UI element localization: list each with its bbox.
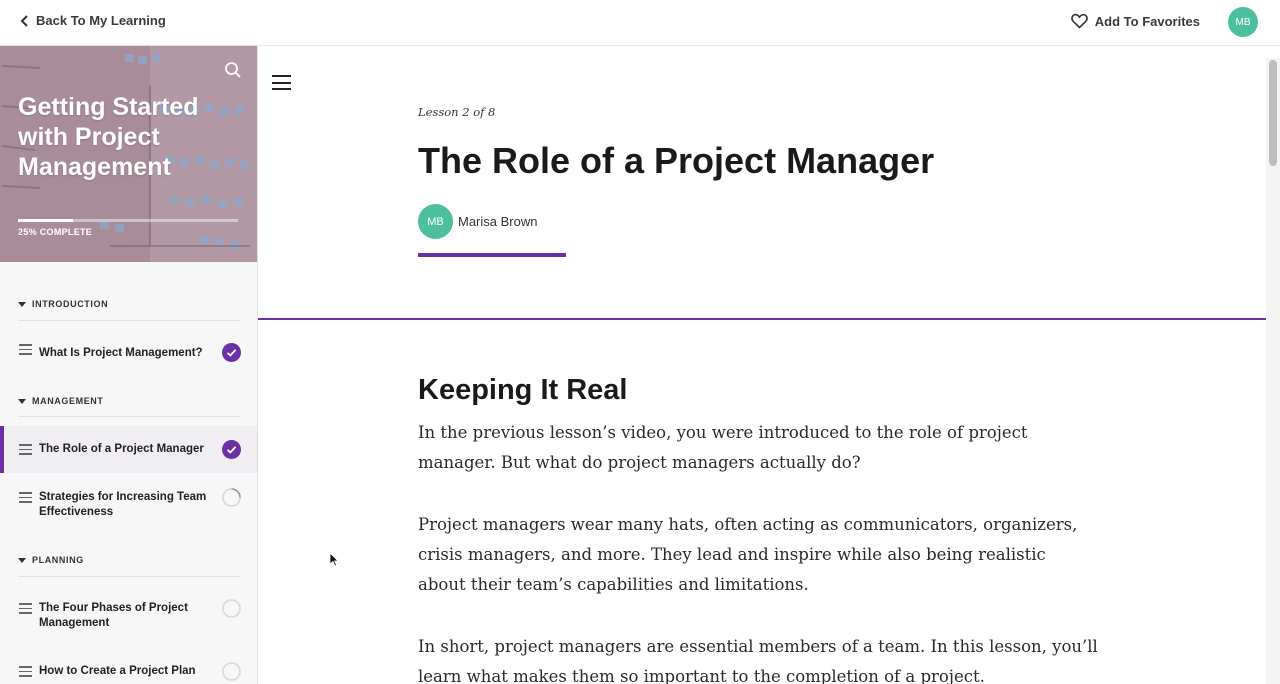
not-started-icon — [222, 662, 241, 681]
content-heading: Keeping It Real — [418, 374, 628, 406]
mouse-cursor-icon — [329, 552, 339, 567]
paragraph: Project managers wear many hats, often a… — [418, 515, 1078, 594]
content-scrollbar[interactable] — [1266, 58, 1280, 684]
course-progress-bar — [18, 219, 238, 222]
lesson-count: Lesson 2 of 8 — [418, 105, 496, 119]
section-title: MANAGEMENT — [32, 396, 104, 406]
lesson-label: The Four Phases of Project Management — [39, 602, 188, 629]
lesson-label: What Is Project Management? — [39, 347, 203, 359]
lesson-label: Strategies for Increasing Team Effective… — [39, 491, 207, 518]
section-planning[interactable]: PLANNING — [18, 555, 84, 565]
progress-label: 25% COMPLETE — [18, 227, 93, 237]
in-progress-icon — [222, 488, 241, 507]
lesson-list-icon — [19, 666, 32, 680]
user-avatar[interactable]: MB — [1228, 7, 1258, 37]
sidebar-lesson-role-of-pm[interactable]: The Role of a Project Manager — [0, 426, 257, 473]
title-underline — [418, 253, 566, 257]
section-divider — [18, 416, 240, 417]
sidebar-lesson-four-phases[interactable]: The Four Phases of Project Management — [0, 597, 257, 637]
course-sidebar: Getting Started with Project Management … — [0, 46, 258, 684]
back-to-learning-link[interactable]: Back To My Learning — [20, 13, 166, 28]
checkmark-complete-icon — [222, 343, 241, 362]
not-started-icon — [222, 599, 241, 618]
sidebar-lesson-project-plan[interactable]: How to Create a Project Plan — [0, 660, 257, 684]
lesson-content: Lesson 2 of 8 The Role of a Project Mana… — [258, 58, 1266, 684]
course-title: Getting Started with Project Management — [18, 93, 199, 181]
caret-down-icon — [18, 301, 26, 307]
course-progress-fill — [18, 219, 73, 222]
caret-down-icon — [18, 398, 26, 404]
header-divider — [258, 318, 1266, 320]
lesson-list-icon — [19, 603, 32, 617]
paragraph: In short, project managers are essential… — [418, 637, 1098, 684]
section-divider — [18, 320, 240, 321]
lesson-list-icon — [19, 492, 32, 506]
hamburger-menu-icon[interactable] — [272, 75, 291, 90]
lesson-list-icon — [19, 444, 32, 458]
heart-icon — [1070, 13, 1088, 29]
lesson-label: How to Create a Project Plan — [39, 665, 196, 677]
author-avatar: MB — [418, 204, 453, 239]
author-name: Marisa Brown — [458, 214, 538, 229]
add-to-favorites-button[interactable]: Add To Favorites — [1070, 13, 1200, 29]
section-introduction[interactable]: INTRODUCTION — [18, 299, 108, 309]
search-icon[interactable] — [224, 61, 242, 79]
paragraph: In the previous lesson’s video, you were… — [418, 423, 1028, 472]
favorites-label: Add To Favorites — [1094, 13, 1200, 29]
lesson-label: The Role of a Project Manager — [39, 443, 204, 455]
sidebar-lesson-what-is-pm[interactable]: What Is Project Management? — [0, 340, 257, 364]
lesson-title: The Role of a Project Manager — [418, 140, 935, 181]
sidebar-lesson-team-effectiveness[interactable]: Strategies for Increasing Team Effective… — [0, 486, 257, 526]
course-hero: Getting Started with Project Management … — [0, 46, 257, 262]
section-management[interactable]: MANAGEMENT — [18, 396, 104, 406]
back-link-label: Back To My Learning — [36, 13, 166, 28]
section-divider — [18, 576, 240, 577]
scroll-thumb[interactable] — [1269, 60, 1277, 166]
top-bar: Back To My Learning Add To Favorites MB — [0, 0, 1280, 46]
section-title: PLANNING — [32, 555, 84, 565]
caret-down-icon — [18, 557, 26, 563]
section-title: INTRODUCTION — [32, 299, 109, 309]
chevron-left-icon — [20, 14, 28, 27]
lesson-list-icon — [19, 344, 32, 358]
checkmark-complete-icon — [222, 440, 241, 459]
